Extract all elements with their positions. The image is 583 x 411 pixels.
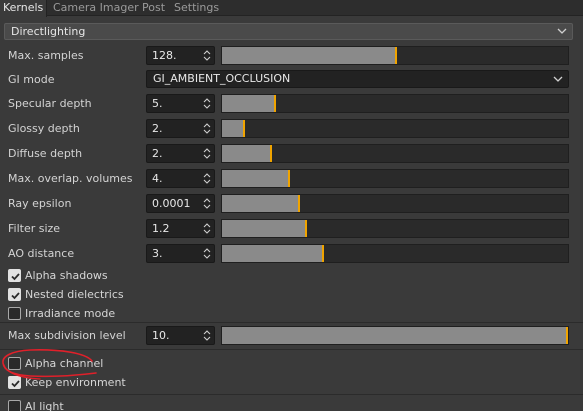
filter-size-slider[interactable] bbox=[221, 219, 569, 238]
spinner-icon[interactable] bbox=[203, 122, 211, 135]
spinner-icon[interactable] bbox=[203, 172, 211, 185]
tab-bar: Kernels Camera Imager Post Settings bbox=[0, 0, 583, 17]
irradiance-mode-label: Irradiance mode bbox=[25, 307, 116, 320]
max-overlap-volumes-slider[interactable] bbox=[221, 169, 569, 188]
max-samples-value: 128. bbox=[152, 49, 177, 62]
max-overlap-volumes-field[interactable]: 4. bbox=[146, 169, 215, 188]
ao-distance-label: AO distance bbox=[8, 247, 75, 260]
max-samples-field[interactable]: 128. bbox=[146, 46, 215, 65]
checkbox-box[interactable] bbox=[8, 357, 21, 370]
checkbox-box[interactable] bbox=[8, 288, 21, 301]
slider-handle[interactable] bbox=[322, 245, 324, 262]
slider-fill bbox=[222, 47, 395, 64]
checkmark-icon bbox=[11, 273, 20, 281]
slider-handle[interactable] bbox=[270, 145, 272, 162]
kernel-type-select[interactable]: Directlighting bbox=[4, 23, 573, 40]
ao-distance-slider[interactable] bbox=[221, 244, 569, 263]
divider bbox=[0, 322, 583, 323]
divider bbox=[0, 349, 583, 350]
ai-light-label: AI light bbox=[25, 400, 64, 411]
tab-post[interactable]: Post bbox=[139, 0, 168, 16]
alpha-channel-label: Alpha channel bbox=[25, 357, 104, 370]
spinner-icon[interactable] bbox=[203, 147, 211, 160]
checkmark-icon bbox=[11, 380, 20, 388]
checkbox-box[interactable] bbox=[8, 307, 21, 320]
max-subdivision-value: 10. bbox=[152, 329, 170, 342]
diffuse-depth-slider[interactable] bbox=[221, 144, 569, 163]
specular-depth-slider[interactable] bbox=[221, 94, 569, 113]
max-samples-slider[interactable] bbox=[221, 46, 569, 65]
spinner-icon[interactable] bbox=[203, 197, 211, 210]
checkmark-icon bbox=[11, 292, 20, 300]
slider-fill bbox=[222, 170, 288, 187]
specular-depth-value: 5. bbox=[152, 97, 163, 110]
slider-handle[interactable] bbox=[298, 195, 300, 212]
spinner-icon[interactable] bbox=[203, 222, 211, 235]
keep-environment-label: Keep environment bbox=[25, 376, 126, 389]
tab-camera-imager[interactable]: Camera Imager bbox=[50, 0, 142, 16]
slider-fill bbox=[222, 327, 568, 344]
specular-depth-label: Specular depth bbox=[8, 97, 92, 110]
glossy-depth-label: Glossy depth bbox=[8, 122, 80, 135]
glossy-depth-value: 2. bbox=[152, 122, 163, 135]
spinner-icon[interactable] bbox=[203, 97, 211, 110]
divider bbox=[0, 394, 583, 395]
glossy-depth-slider[interactable] bbox=[221, 119, 569, 138]
slider-fill bbox=[222, 145, 270, 162]
slider-fill bbox=[222, 245, 322, 262]
slider-fill bbox=[222, 220, 305, 237]
alpha-shadows-label: Alpha shadows bbox=[25, 269, 108, 282]
max-samples-label: Max. samples bbox=[8, 49, 84, 62]
chevron-down-icon bbox=[553, 76, 563, 82]
ao-distance-field[interactable]: 3. bbox=[146, 244, 215, 263]
ray-epsilon-field[interactable]: 0.0001 bbox=[146, 194, 215, 213]
gi-mode-value: GI_AMBIENT_OCCLUSION bbox=[153, 72, 291, 85]
slider-handle[interactable] bbox=[395, 47, 397, 64]
ray-epsilon-label: Ray epsilon bbox=[8, 197, 72, 210]
max-overlap-volumes-value: 4. bbox=[152, 172, 163, 185]
spinner-icon[interactable] bbox=[203, 247, 211, 260]
checkbox-box[interactable] bbox=[8, 376, 21, 389]
slider-handle[interactable] bbox=[305, 220, 307, 237]
kernel-type-value: Directlighting bbox=[11, 25, 86, 38]
max-subdivision-label: Max subdivision level bbox=[8, 329, 126, 342]
chevron-down-icon bbox=[557, 28, 567, 34]
spinner-icon[interactable] bbox=[203, 329, 211, 342]
glossy-depth-field[interactable]: 2. bbox=[146, 119, 215, 138]
slider-handle[interactable] bbox=[243, 120, 245, 137]
ray-epsilon-slider[interactable] bbox=[221, 194, 569, 213]
max-subdivision-field[interactable]: 10. bbox=[146, 326, 215, 345]
checkbox-box[interactable] bbox=[8, 400, 21, 411]
render-settings-panel: Kernels Camera Imager Post Settings Dire… bbox=[0, 0, 583, 411]
tab-settings[interactable]: Settings bbox=[171, 0, 222, 16]
slider-handle[interactable] bbox=[274, 95, 276, 112]
slider-handle[interactable] bbox=[288, 170, 290, 187]
nested-dielectrics-label: Nested dielectrics bbox=[25, 288, 124, 301]
max-overlap-volumes-label: Max. overlap. volumes bbox=[8, 172, 133, 185]
checkbox-box[interactable] bbox=[8, 269, 21, 282]
slider-fill bbox=[222, 95, 274, 112]
max-subdivision-slider[interactable] bbox=[221, 326, 569, 345]
tab-kernels[interactable]: Kernels bbox=[0, 0, 48, 17]
ray-epsilon-value: 0.0001 bbox=[152, 197, 191, 210]
gi-mode-label: GI mode bbox=[8, 73, 55, 86]
filter-size-field[interactable]: 1.2 bbox=[146, 219, 215, 238]
diffuse-depth-value: 2. bbox=[152, 147, 163, 160]
filter-size-value: 1.2 bbox=[152, 222, 170, 235]
slider-fill bbox=[222, 195, 298, 212]
spinner-icon[interactable] bbox=[203, 49, 211, 62]
diffuse-depth-label: Diffuse depth bbox=[8, 147, 83, 160]
filter-size-label: Filter size bbox=[8, 222, 61, 235]
ao-distance-value: 3. bbox=[152, 247, 163, 260]
specular-depth-field[interactable]: 5. bbox=[146, 94, 215, 113]
diffuse-depth-field[interactable]: 2. bbox=[146, 144, 215, 163]
slider-fill bbox=[222, 120, 243, 137]
slider-handle[interactable] bbox=[566, 327, 568, 344]
gi-mode-select[interactable]: GI_AMBIENT_OCCLUSION bbox=[146, 70, 569, 88]
